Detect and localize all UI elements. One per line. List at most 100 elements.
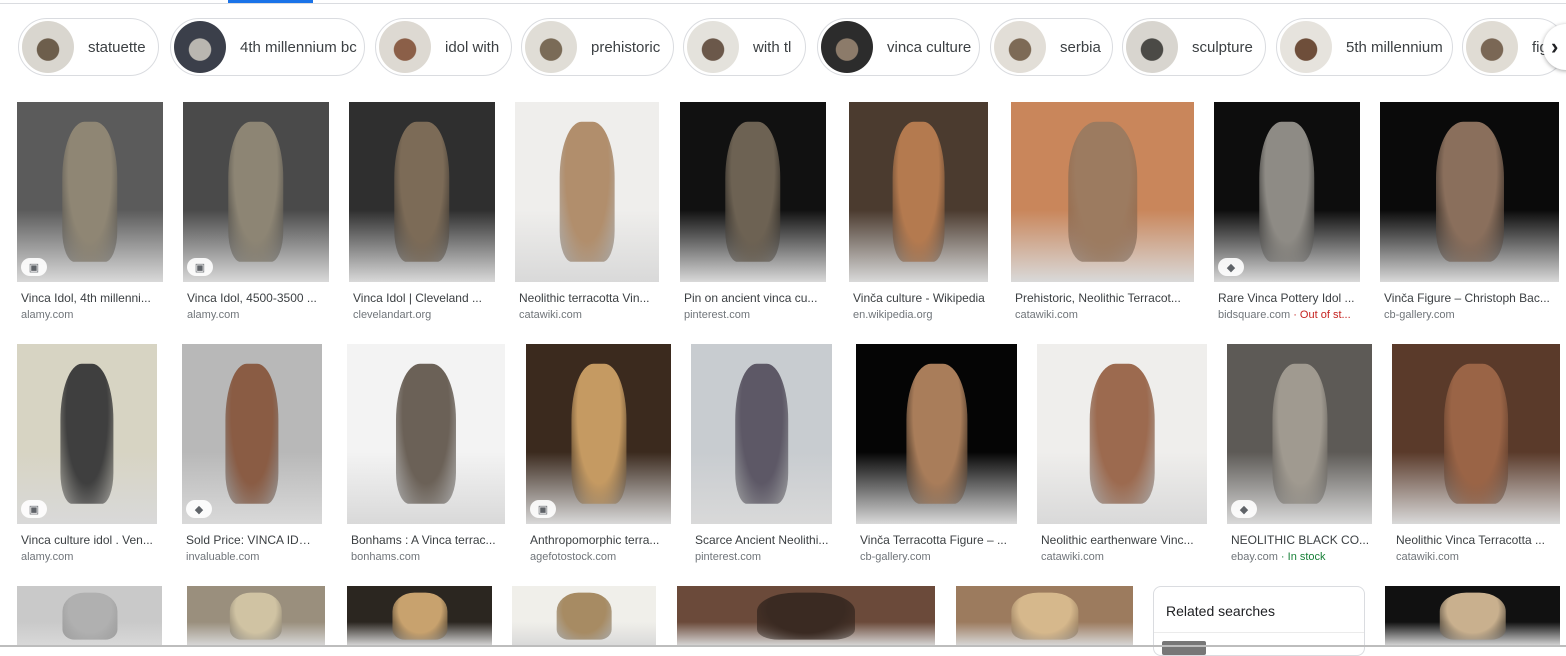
image-icon: ▣ [187,258,213,276]
result-thumbnail[interactable] [1011,102,1194,282]
result-title[interactable]: Anthropomorphic terra... [530,533,669,547]
image-result[interactable]: ▣ Vinca Idol, 4500-3500 ... alamy.com [183,102,329,322]
result-title[interactable]: Vinca culture idol . Ven... [21,533,155,547]
chip-5th-millennium[interactable]: 5th millennium [1276,18,1453,76]
result-thumbnail[interactable] [1380,102,1559,282]
result-thumbnail[interactable]: ▣ [17,102,163,282]
result-source: invaluable.com [186,551,320,563]
result-thumbnail[interactable] [187,586,325,646]
result-thumbnail[interactable]: ◆ [1214,102,1360,282]
chip-4th-millennium-bc[interactable]: 4th millennium bc [170,18,365,76]
image-result[interactable]: ◆ Rare Vinca Pottery Idol ... bidsquare.co… [1214,102,1360,322]
image-result[interactable] [677,586,935,646]
image-result[interactable]: Vinca Idol | Cleveland ... clevelandart.o… [349,102,495,322]
result-thumbnail[interactable] [512,586,656,646]
chip-idol-with[interactable]: idol with [375,18,512,76]
chip-sculpture[interactable]: sculpture [1122,18,1266,76]
result-title[interactable]: Rare Vinca Pottery Idol ... [1218,291,1358,305]
chip-vinca-culture[interactable]: vinca culture [817,18,980,76]
result-thumbnail[interactable]: ◆ [182,344,322,524]
image-result[interactable] [347,586,492,646]
image-result[interactable]: Neolithic Vinca Terracotta ... catawiki.c… [1392,344,1560,564]
result-thumbnail[interactable] [515,102,659,282]
chip-label: 5th millennium [1346,38,1443,56]
image-result[interactable]: Vinča culture - Wikipedia en.wikipedia.or… [849,102,988,322]
result-title[interactable]: Scarce Ancient Neolithi... [695,533,830,547]
result-thumbnail[interactable] [956,586,1133,646]
result-thumbnail[interactable] [349,102,495,282]
image-result[interactable]: Neolithic terracotta Vin... catawiki.com [515,102,659,322]
result-thumbnail[interactable] [856,344,1017,524]
divider [1154,632,1364,633]
result-thumbnail[interactable] [691,344,832,524]
result-thumbnail[interactable]: ▣ [17,344,157,524]
image-result[interactable]: ▣ Anthropomorphic terra... agefotostock.co… [526,344,671,564]
result-title[interactable]: Neolithic terracotta Vin... [519,291,657,305]
result-title[interactable]: Vinca Idol, 4500-3500 ... [187,291,327,305]
source-domain: catawiki.com [1015,309,1078,321]
image-result[interactable]: Vinča Terracotta Figure – ... cb-gallery.… [856,344,1017,564]
result-source: alamy.com [187,309,327,321]
image-result[interactable]: ▣ Vinca culture idol . Ven... alamy.com [17,344,157,564]
result-title[interactable]: NEOLITHIC BLACK CO... [1231,533,1370,547]
source-domain: clevelandart.org [353,309,432,321]
source-domain: alamy.com [21,551,74,563]
result-title[interactable]: Bonhams : A Vinca terrac... [351,533,503,547]
result-source: catawiki.com [1041,551,1205,563]
tag-icon: ◆ [186,500,212,518]
image-result[interactable] [1385,586,1560,646]
result-thumbnail[interactable]: ▣ [183,102,329,282]
chip-thumbnail [687,21,739,73]
result-title[interactable]: Vinca Idol | Cleveland ... [353,291,493,305]
result-title[interactable]: Vinča culture - Wikipedia [853,291,986,305]
image-result[interactable] [187,586,325,646]
result-thumbnail[interactable] [347,344,505,524]
chip-thumbnail [22,21,74,73]
source-domain: invaluable.com [186,551,260,563]
result-source: alamy.com [21,309,161,321]
result-title[interactable]: Sold Price: VINCA IDOL... [186,533,320,547]
image-result[interactable]: ◆ Sold Price: VINCA IDOL... invaluable.com [182,344,322,564]
image-result[interactable]: Pin on ancient vinca cu... pinterest.com [680,102,826,322]
result-thumbnail[interactable] [1037,344,1207,524]
result-title[interactable]: Neolithic earthenware Vinc... [1041,533,1205,547]
figurine-image [62,121,118,263]
result-thumbnail[interactable] [1392,344,1560,524]
image-result[interactable]: Scarce Ancient Neolithi... pinterest.com [691,344,832,564]
image-result[interactable]: ◆ NEOLITHIC BLACK CO... ebay.com · In stoc… [1227,344,1372,564]
chip-thumbnail [1466,21,1518,73]
chip-with-tl[interactable]: with tl [683,18,806,76]
chip-statuette[interactable]: statuette [18,18,159,76]
chip-label: idol with [445,38,500,56]
result-thumbnail[interactable] [680,102,826,282]
result-thumbnail[interactable] [347,586,492,646]
result-thumbnail[interactable]: ◆ [1227,344,1372,524]
image-result[interactable]: Neolithic earthenware Vinc... catawiki.co… [1037,344,1207,564]
image-result[interactable] [512,586,656,646]
image-result[interactable] [17,586,162,646]
result-thumbnail[interactable]: ▣ [526,344,671,524]
result-title[interactable]: Vinca Idol, 4th millenni... [21,291,161,305]
result-thumbnail[interactable] [1385,586,1560,646]
result-thumbnail[interactable] [849,102,988,282]
chip-label: statuette [88,38,146,56]
result-title[interactable]: Pin on ancient vinca cu... [684,291,824,305]
result-thumbnail[interactable] [677,586,935,646]
image-result[interactable]: ▣ Vinca Idol, 4th millenni... alamy.com [17,102,163,322]
chip-serbia[interactable]: serbia [990,18,1113,76]
result-title[interactable]: Prehistoric, Neolithic Terracot... [1015,291,1192,305]
result-source: en.wikipedia.org [853,309,986,321]
figurine-image [228,121,284,263]
image-result[interactable]: Prehistoric, Neolithic Terracot... catawi… [1011,102,1194,322]
result-title[interactable]: Vinča Terracotta Figure – ... [860,533,1015,547]
chip-thumbnail [994,21,1046,73]
chip-prehistoric[interactable]: prehistoric [521,18,674,76]
result-title[interactable]: Vinča Figure – Christoph Bac... [1384,291,1557,305]
image-result[interactable]: Bonhams : A Vinca terrac... bonhams.com [347,344,505,564]
related-search-thumbnail[interactable] [1162,641,1206,655]
image-result[interactable] [956,586,1133,646]
image-icon: ▣ [530,500,556,518]
result-title[interactable]: Neolithic Vinca Terracotta ... [1396,533,1558,547]
image-result[interactable]: Vinča Figure – Christoph Bac... cb-galler… [1380,102,1559,322]
result-thumbnail[interactable] [17,586,162,646]
